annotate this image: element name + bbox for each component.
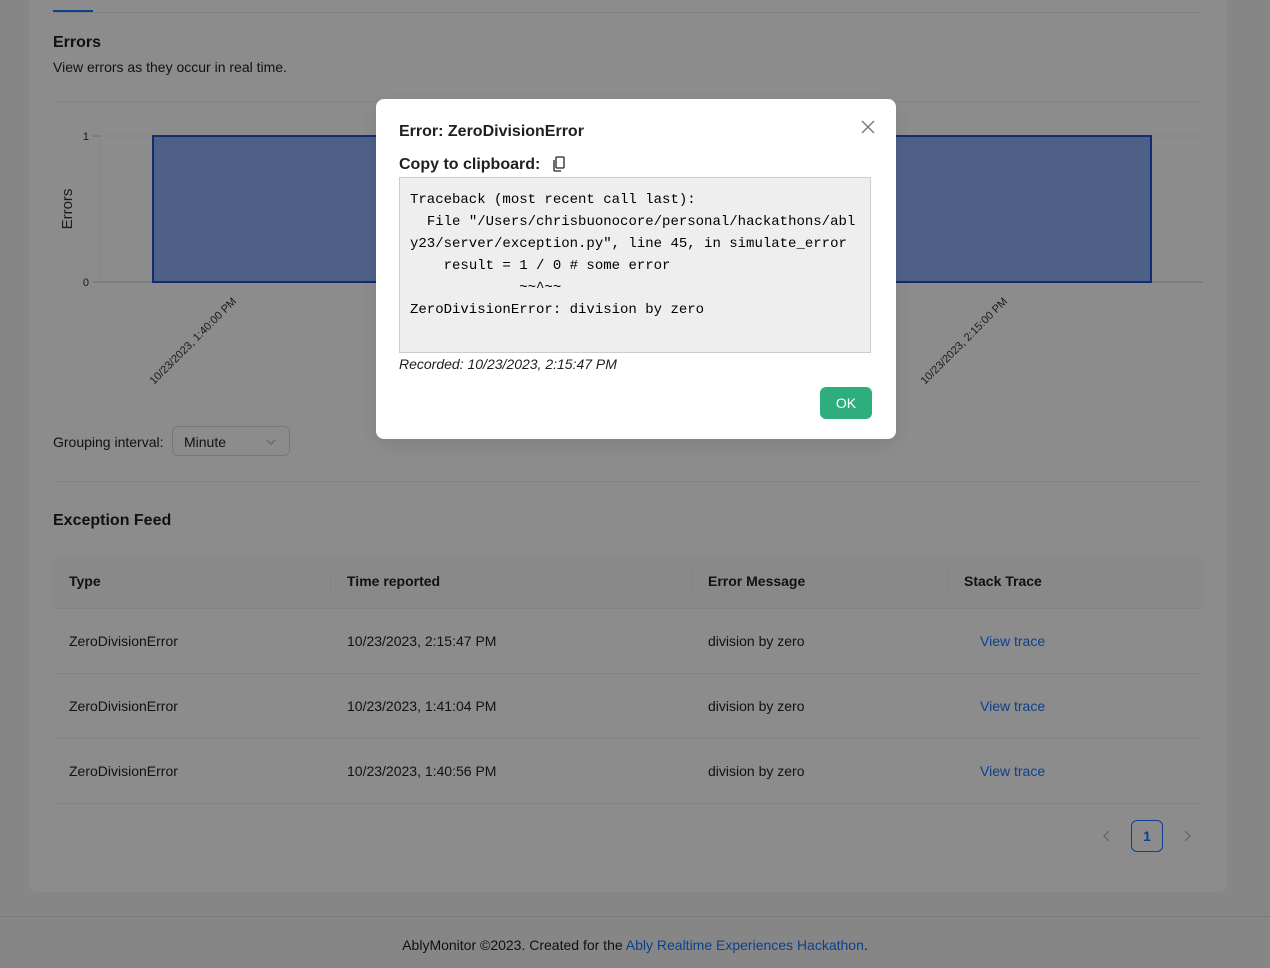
modal-title: Error: ZeroDivisionError [399, 123, 584, 140]
copy-to-clipboard-label: Copy to clipboard: [399, 156, 541, 173]
close-icon[interactable] [860, 119, 876, 135]
error-modal: Error: ZeroDivisionError Copy to clipboa… [376, 99, 896, 439]
copy-icon[interactable] [552, 156, 566, 172]
stack-trace-text[interactable]: Traceback (most recent call last): File … [399, 177, 871, 353]
ok-button[interactable]: OK [820, 387, 872, 419]
recorded-timestamp: Recorded: 10/23/2023, 2:15:47 PM [399, 356, 617, 372]
